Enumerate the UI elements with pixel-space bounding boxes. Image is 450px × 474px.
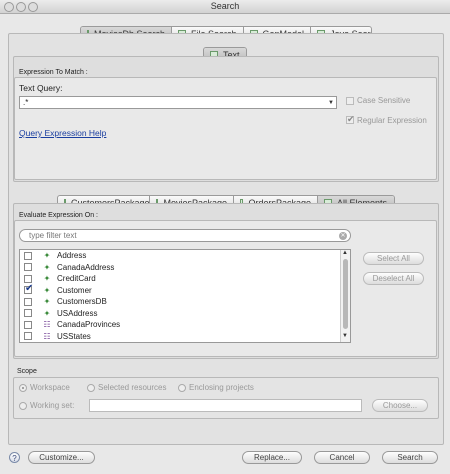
radio-dot bbox=[22, 387, 24, 389]
customize-button[interactable]: Customize... bbox=[28, 451, 95, 464]
select-all-button[interactable]: Select All bbox=[363, 252, 424, 265]
text-query-label: Text Query: bbox=[19, 83, 63, 93]
scrollbar-thumb[interactable] bbox=[343, 259, 348, 329]
item-checkbox[interactable]: ✔ bbox=[24, 283, 34, 295]
regular-expression-label: Regular Expression bbox=[357, 116, 427, 125]
elements-list: ✦ Address ✦ CanadaAddress ✦ CreditCard ✔ ✦ Cu… bbox=[19, 249, 351, 343]
class-icon: ✦ bbox=[43, 297, 51, 307]
choose-button[interactable]: Choose... bbox=[372, 399, 428, 412]
check-icon: ✔ bbox=[347, 114, 355, 124]
enum-icon: ☷ bbox=[43, 331, 51, 341]
regular-expression-checkbox[interactable]: ✔ bbox=[346, 114, 355, 124]
list-item[interactable]: ✦ CreditCard bbox=[20, 273, 342, 285]
list-item[interactable]: ✦ USAddress bbox=[20, 308, 342, 320]
query-expression-help-link[interactable]: Query Expression Help bbox=[19, 128, 106, 138]
list-item[interactable]: ☷ USStates bbox=[20, 331, 342, 343]
chevron-down-icon[interactable]: ▼ bbox=[328, 100, 334, 106]
list-item[interactable]: ✦ CustomersDB bbox=[20, 296, 342, 308]
scroll-up-icon[interactable]: ▲ bbox=[342, 250, 348, 256]
scroll-down-icon[interactable]: ▼ bbox=[342, 333, 348, 339]
case-sensitive-label: Case Sensitive bbox=[357, 96, 411, 105]
enum-icon: ☷ bbox=[43, 320, 51, 330]
item-checkbox[interactable] bbox=[24, 297, 32, 306]
class-icon: ✦ bbox=[43, 274, 51, 284]
working-set-label: Working set: bbox=[30, 401, 75, 410]
filter-input[interactable]: type filter text ✕ bbox=[19, 229, 351, 242]
search-button[interactable]: Search bbox=[382, 451, 438, 464]
selected-resources-label: Selected resources bbox=[98, 383, 167, 392]
item-checkbox[interactable] bbox=[24, 320, 32, 329]
evaluate-group-label: Evaluate Expression On : bbox=[19, 212, 98, 219]
enclosing-projects-label: Enclosing projects bbox=[189, 383, 254, 392]
working-set-input[interactable] bbox=[89, 399, 362, 412]
item-checkbox[interactable] bbox=[24, 332, 32, 341]
case-sensitive-checkbox[interactable] bbox=[346, 97, 354, 105]
item-checkbox[interactable] bbox=[24, 251, 32, 260]
selected-resources-radio[interactable] bbox=[87, 384, 95, 392]
help-icon[interactable]: ? bbox=[9, 452, 20, 463]
class-icon: ✦ bbox=[43, 251, 51, 261]
deselect-all-button[interactable]: Deselect All bbox=[363, 272, 424, 285]
workspace-radio[interactable] bbox=[19, 384, 27, 392]
enclosing-projects-radio[interactable] bbox=[178, 384, 186, 392]
item-checkbox[interactable] bbox=[24, 263, 32, 272]
class-icon: ✦ bbox=[43, 262, 51, 272]
list-item[interactable]: ✔ ✦ Customer bbox=[20, 283, 342, 297]
class-icon: ✦ bbox=[43, 285, 51, 295]
list-scrollbar[interactable]: ▲ ▼ bbox=[340, 250, 350, 342]
replace-button[interactable]: Replace... bbox=[242, 451, 302, 464]
working-set-radio[interactable] bbox=[19, 402, 27, 410]
clear-filter-icon[interactable]: ✕ bbox=[339, 232, 347, 240]
window-title: Search bbox=[210, 1, 240, 11]
scope-label: Scope bbox=[17, 368, 37, 375]
expression-group-label: Expression To Match : bbox=[19, 69, 88, 76]
list-item[interactable]: ✦ CanadaAddress bbox=[20, 262, 342, 274]
item-checkbox[interactable] bbox=[24, 274, 32, 283]
list-item[interactable]: ✦ Address bbox=[20, 250, 342, 262]
cancel-button[interactable]: Cancel bbox=[314, 451, 370, 464]
workspace-label: Workspace bbox=[30, 383, 70, 392]
text-query-input[interactable]: .* ▼ bbox=[19, 96, 337, 109]
list-item[interactable]: ☷ CanadaProvinces bbox=[20, 319, 342, 331]
check-icon: ✔ bbox=[25, 283, 34, 295]
item-checkbox[interactable] bbox=[24, 309, 32, 318]
class-icon: ✦ bbox=[43, 308, 51, 318]
